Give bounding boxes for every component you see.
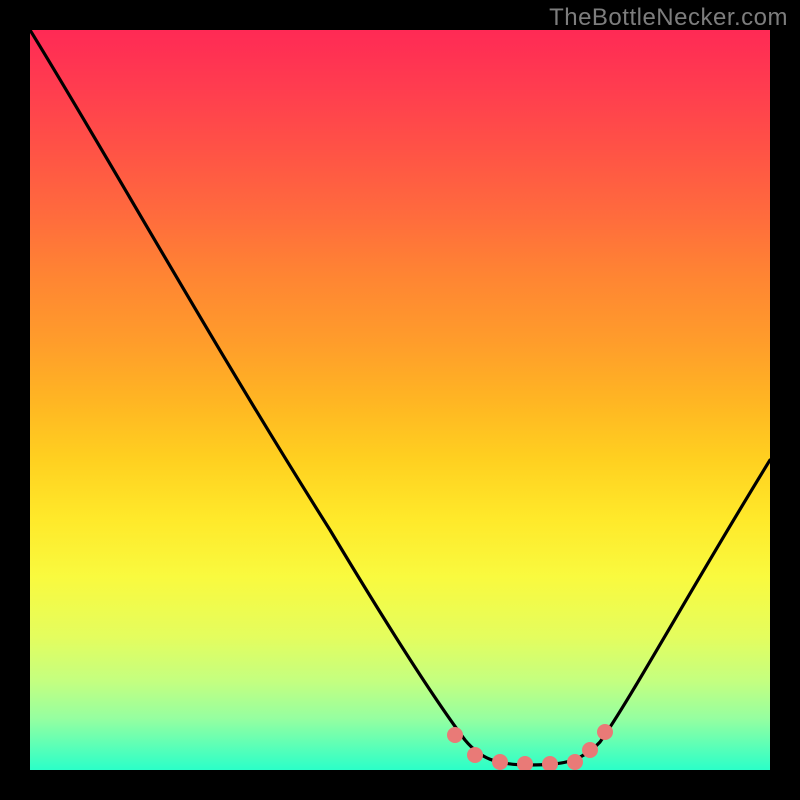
dot-7	[582, 742, 598, 758]
optimal-zone-dots	[30, 30, 770, 770]
dot-4	[517, 756, 533, 770]
dot-1	[447, 727, 463, 743]
dot-3	[492, 754, 508, 770]
dot-8	[597, 724, 613, 740]
chart-frame: TheBottleNecker.com	[0, 0, 800, 800]
dot-2	[467, 747, 483, 763]
dot-6	[567, 754, 583, 770]
plot-gradient-area	[30, 30, 770, 770]
watermark-text: TheBottleNecker.com	[549, 4, 788, 32]
dot-5	[542, 756, 558, 770]
